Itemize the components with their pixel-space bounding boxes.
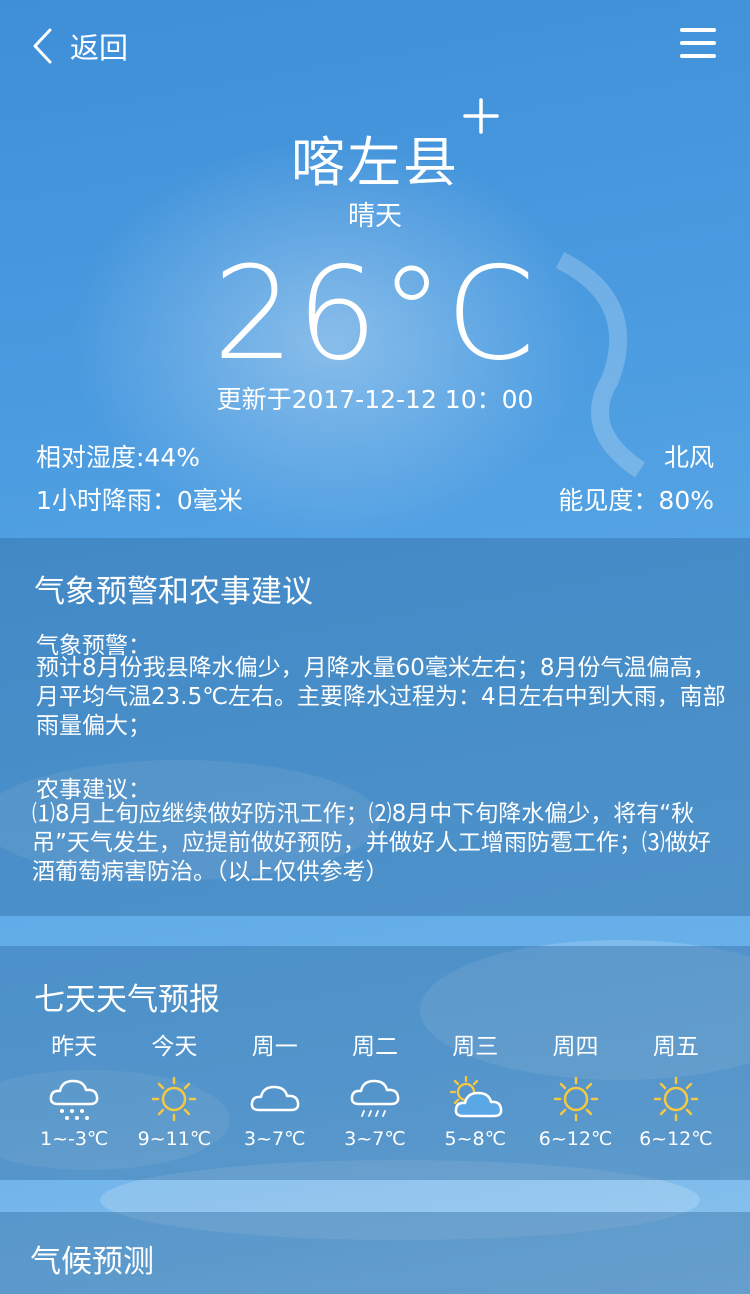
advice-text: ⑴8月上旬应继续做好防汛工作；⑵8月中下旬降水偏少，将有“秋吊”天气发生，应提前…: [32, 801, 711, 885]
chevron-left-icon: [33, 28, 52, 64]
forecast-day[interactable]: 周二 3~7℃: [325, 1032, 425, 1150]
day-temp: 5~8℃: [444, 1128, 506, 1150]
city-name-wrap: 喀左县: [291, 98, 499, 197]
day-temp: 1~-3℃: [39, 1128, 109, 1150]
day-temp: 3~7℃: [243, 1128, 306, 1150]
forecast-day[interactable]: 周一 3~7℃: [225, 1032, 325, 1150]
day-temp: 3~7℃: [344, 1128, 406, 1150]
visibility: 能见度：80%: [558, 486, 714, 515]
seven-day-forecast-panel: 七天天气预报 昨天 1~-3℃ 今天 9~11℃ 周一 3~7℃ 周二 3~7℃…: [0, 946, 750, 1180]
menu-icon-line: [680, 28, 716, 32]
day-name: 周三: [452, 1034, 499, 1060]
day-temp: 6~12℃: [639, 1128, 713, 1150]
snow-cloud-icon: [49, 1079, 99, 1120]
forecast-days: 昨天 1~-3℃ 今天 9~11℃ 周一 3~7℃ 周二 3~7℃ 周三 5~8…: [24, 1032, 726, 1150]
day-temp: 9~11℃: [137, 1128, 212, 1150]
sun-icon: [553, 1076, 598, 1122]
day-name: 周二: [351, 1034, 398, 1060]
add-city-icon[interactable]: [463, 98, 499, 134]
hourly-rain: 1小时降雨：0毫米: [36, 486, 243, 515]
forecast-day[interactable]: 昨天 1~-3℃: [24, 1032, 124, 1150]
day-temp: 6~12℃: [538, 1128, 613, 1150]
forecast-day[interactable]: 周五 6~12℃: [626, 1032, 726, 1150]
warning-text: 预计8月份我县降水偏少，月降水量60毫米左右；8月份气温偏高，月平均气温23.5…: [36, 655, 726, 739]
back-button[interactable]: 返回: [30, 24, 128, 68]
menu-button[interactable]: [680, 28, 716, 62]
alert-advice-panel: 气象预警和农事建议 气象预警： 预计8月份我县降水偏少，月降水量60毫米左右；8…: [0, 538, 750, 916]
city-name: 喀左县: [291, 131, 459, 194]
cloud-icon: [250, 1085, 300, 1112]
forecast-day[interactable]: 今天 9~11℃: [124, 1032, 224, 1150]
climate-forecast-panel[interactable]: 气候预测: [0, 1212, 750, 1294]
advice-heading: 农事建议：: [36, 777, 151, 803]
day-name: 周一: [251, 1034, 298, 1060]
forecast-day[interactable]: 周四 6~12℃: [525, 1032, 625, 1150]
day-name: 今天: [151, 1034, 198, 1060]
day-name: 周四: [552, 1034, 599, 1060]
sun-icon: [152, 1076, 197, 1122]
current-temperature: 26°C: [212, 240, 538, 389]
forecast-day[interactable]: 周三 5~8℃: [425, 1032, 525, 1150]
update-time: 更新于2017-12-12 10：00: [216, 385, 534, 414]
sun-icon: [653, 1076, 699, 1122]
wind-direction: 北风: [663, 443, 714, 472]
humidity: 相对湿度:44%: [36, 443, 200, 472]
back-label: 返回: [70, 31, 129, 65]
panel-title: 气象预警和农事建议: [34, 574, 313, 610]
panel-title: 气候预测: [30, 1244, 154, 1280]
top-bar: 返回: [0, 0, 750, 90]
panel-title: 七天天气预报: [34, 982, 220, 1018]
city-header: 喀左县: [0, 98, 750, 197]
day-name: 周五: [652, 1034, 699, 1060]
menu-icon-line: [680, 54, 716, 58]
weather-condition: 晴天: [348, 201, 402, 232]
day-name: 昨天: [51, 1034, 98, 1060]
menu-icon-line: [680, 41, 716, 45]
rain-cloud-icon: [350, 1079, 400, 1117]
partly-cloudy-icon: [450, 1075, 503, 1118]
